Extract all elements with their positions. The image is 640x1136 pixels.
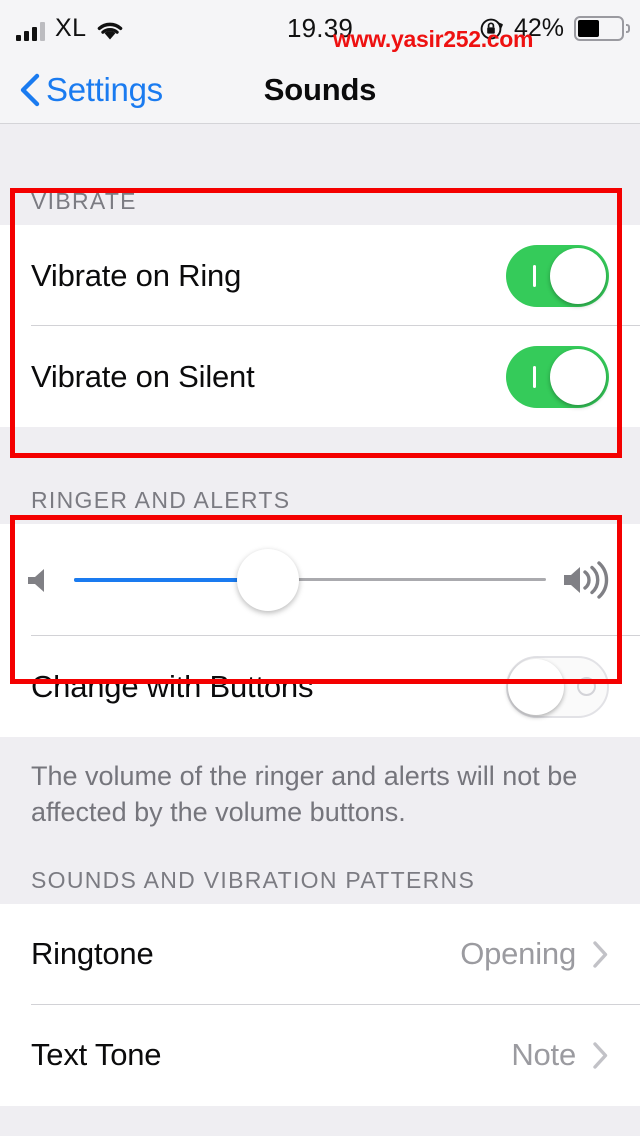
ringer-volume-slider[interactable]: [74, 549, 546, 611]
cellular-bars-icon: [16, 21, 45, 41]
row-accessory: [506, 655, 609, 718]
row-text-tone[interactable]: Text Tone Note: [0, 1004, 640, 1106]
site-watermark: www.yasir252.com: [333, 26, 534, 52]
battery-icon: [574, 15, 630, 41]
vibrate-card: Vibrate on Ring Vibrate on Silent: [0, 225, 640, 427]
row-ringer-volume: [0, 524, 640, 636]
toggle-vibrate-on-silent[interactable]: [506, 345, 609, 408]
row-label: Vibrate on Ring: [31, 257, 242, 293]
chevron-right-icon: [592, 1041, 609, 1070]
toggle-vibrate-on-ring[interactable]: [506, 244, 609, 307]
wifi-icon: [96, 20, 124, 41]
speaker-high-icon: [560, 560, 616, 600]
chevron-right-icon: [592, 940, 609, 969]
back-button-label: Settings: [46, 70, 163, 108]
row-value: Opening: [460, 936, 576, 972]
row-value: Note: [511, 1037, 576, 1073]
section-header-ringer-and-alerts: RINGER AND ALERTS: [0, 465, 640, 524]
row-vibrate-on-ring[interactable]: Vibrate on Ring: [0, 225, 640, 326]
section-header-vibrate: VIBRATE: [0, 166, 640, 225]
status-bar: XL 19.39 42% www.yasir252.com: [0, 0, 640, 56]
row-accessory: Opening: [460, 936, 609, 972]
row-accessory: [506, 244, 609, 307]
toggle-change-with-buttons[interactable]: [506, 655, 609, 718]
row-label: Ringtone: [31, 936, 154, 972]
row-vibrate-on-silent[interactable]: Vibrate on Silent: [0, 326, 640, 427]
battery-fill: [578, 19, 599, 37]
speaker-low-icon: [24, 562, 60, 598]
row-change-with-buttons[interactable]: Change with Buttons: [0, 636, 640, 737]
ringer-footer-note: The volume of the ringer and alerts will…: [0, 737, 640, 837]
spacer-above-ringer: [0, 427, 640, 465]
row-label: Change with Buttons: [31, 668, 314, 704]
section-header-sounds-and-vibration-patterns: SOUNDS AND VIBRATION PATTERNS: [0, 836, 640, 904]
status-bar-left: XL: [16, 13, 124, 42]
row-label: Text Tone: [31, 1037, 162, 1073]
navigation-bar: Settings Sounds: [0, 56, 640, 124]
row-ringtone[interactable]: Ringtone Opening: [0, 903, 640, 1005]
back-button[interactable]: Settings: [18, 71, 163, 109]
chevron-left-icon: [18, 73, 40, 107]
patterns-card: Ringtone Opening Text Tone Note: [0, 903, 640, 1106]
slider-thumb[interactable]: [236, 549, 299, 611]
row-label: Vibrate on Silent: [31, 358, 255, 394]
row-accessory: Note: [511, 1037, 609, 1073]
row-accessory: [506, 345, 609, 408]
phone-screen: XL 19.39 42% www.yasir252.com Settings S…: [0, 0, 640, 1136]
ringer-card: Change with Buttons: [0, 524, 640, 737]
spacer-above-vibrate: [0, 124, 640, 166]
carrier-label: XL: [55, 13, 87, 42]
